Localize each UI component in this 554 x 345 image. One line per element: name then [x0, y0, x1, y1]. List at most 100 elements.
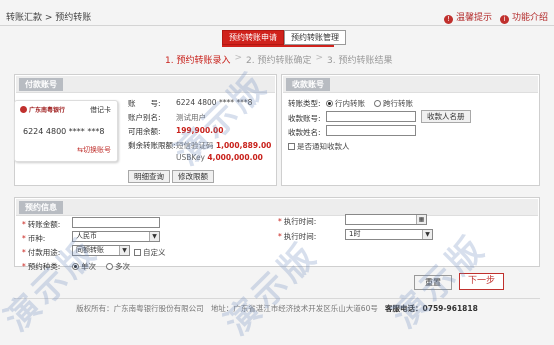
limit-sms-value: 1,000,889.00 — [215, 141, 272, 150]
balance-label: 可用余额: — [128, 127, 161, 136]
currency-select[interactable]: 人民币 ▼ — [72, 231, 160, 242]
info-icon: i — [499, 15, 509, 24]
next-button[interactable]: 下一步 — [459, 273, 504, 290]
bank-logo: 广东南粤银行 — [20, 105, 65, 114]
detail-query-button[interactable]: 明细查询 — [128, 170, 170, 183]
payee-list-button[interactable]: 收款人名册 — [421, 110, 471, 123]
panel-header — [16, 199, 538, 216]
type-intra-label: 行内转账 — [335, 99, 365, 108]
limit-usbkey: USBKey 4,000,000.00 — [176, 153, 263, 162]
payee-account-input[interactable] — [326, 111, 416, 122]
bank-logo-icon — [20, 106, 27, 113]
purpose-label: * 付款用途: — [22, 248, 61, 257]
header-divider — [0, 25, 554, 26]
step-indicator: 1. 预约转账录入 > 2. 预约转账确定 > 3. 预约转账结果 — [165, 53, 392, 66]
account-label: 账 号: — [128, 99, 161, 108]
tab-underline — [222, 45, 334, 47]
intro-link[interactable]: i 功能介绍 — [499, 10, 548, 24]
exec-date-input[interactable]: ▦ — [345, 214, 427, 225]
exec-hour-label-text: 执行时间: — [283, 232, 317, 241]
tab-apply[interactable]: 预约转账申请 — [222, 30, 284, 45]
radio-icon — [72, 263, 79, 270]
limit-sms-label: 短信验证码 — [176, 141, 214, 150]
alias-label: 账户别名: — [128, 113, 161, 122]
tips-link[interactable]: ! 温馨提示 — [443, 10, 492, 24]
chevron-down-icon: ▼ — [119, 246, 129, 255]
footer-divider — [14, 298, 540, 299]
currency-label: * 币种: — [22, 234, 46, 243]
intro-label: 功能介绍 — [511, 13, 548, 23]
panel-title: 收款账号 — [286, 78, 330, 91]
footer: 版权所有：广东南粤银行股份有限公司 地址：广东省湛江市经济技术开发区乐山大道60… — [0, 303, 554, 314]
step-arrow-icon: > — [315, 53, 323, 63]
notify-payee-checkbox[interactable]: 是否通知收款人 — [288, 141, 350, 152]
limit-label: 剩余转账限额: — [128, 141, 176, 150]
currency-label-text: 币种: — [27, 234, 46, 243]
type-inter-label: 跨行转账 — [383, 99, 413, 108]
exec-hour-value: 1时 — [349, 230, 361, 238]
reset-button[interactable]: 重置 — [414, 275, 452, 290]
exec-time-label: * 执行时间: — [278, 217, 317, 226]
tips-label: 温馨提示 — [455, 13, 492, 23]
purpose-value: 同额转账 — [76, 246, 104, 254]
exec-hour-label: * 执行时间: — [278, 232, 317, 241]
exec-hour-select[interactable]: 1时 ▼ — [345, 229, 433, 240]
calendar-icon: ▦ — [416, 215, 426, 224]
card-type: 借记卡 — [90, 106, 111, 114]
balance-value: 199,900.00 — [176, 126, 224, 135]
step-1: 1. 预约转账录入 — [165, 56, 231, 66]
footer-phone-label: 客服电话： — [385, 304, 423, 313]
chevron-down-icon: ▼ — [422, 230, 432, 239]
payee-account-label: 收款账号: — [288, 114, 321, 123]
kind-multi-option[interactable]: 多次 — [106, 261, 130, 272]
custom-purpose-label: 自定义 — [143, 248, 166, 257]
notify-payee-label: 是否通知收款人 — [297, 142, 350, 151]
amount-label-text: 转账金额: — [27, 220, 61, 229]
footer-phone: 0759-961818 — [422, 304, 478, 313]
custom-purpose-checkbox[interactable]: 自定义 — [134, 247, 166, 258]
kind-label: * 预约种类: — [22, 262, 61, 271]
kind-label-text: 预约种类: — [27, 262, 61, 271]
panel-title: 预约信息 — [19, 201, 63, 214]
purpose-label-text: 付款用途: — [27, 248, 61, 257]
footer-address: 地址：广东省湛江市经济技术开发区乐山大道60号 — [210, 304, 378, 313]
radio-icon — [106, 263, 113, 270]
tab-manage[interactable]: 预约转账管理 — [284, 30, 346, 45]
purpose-select[interactable]: 同额转账 ▼ — [72, 245, 130, 256]
tab-bar: 预约转账申请 预约转账管理 — [222, 30, 346, 45]
account-value: 6224 4800 **** ***8 — [176, 98, 253, 107]
limit-sms: 短信验证码 1,000,889.00 — [176, 140, 271, 151]
alias-value: 测试用户 — [176, 113, 206, 122]
checkbox-icon — [134, 249, 141, 256]
step-3: 3. 预约转账结果 — [327, 56, 393, 66]
kind-single-option[interactable]: 单次 — [72, 261, 96, 272]
card-number: 6224 4800 **** ***8 — [23, 127, 105, 136]
transfer-type-label: 转账类型: — [288, 99, 321, 108]
alert-icon: ! — [443, 15, 453, 24]
switch-label: 切换账号 — [83, 146, 111, 154]
panel-title: 付款账号 — [19, 78, 63, 91]
bank-name: 广东南粤银行 — [29, 107, 66, 114]
payee-name-input[interactable] — [326, 125, 416, 136]
footer-copyright: 版权所有：广东南粤银行股份有限公司 — [76, 304, 204, 313]
modify-limit-button[interactable]: 修改限额 — [172, 170, 214, 183]
step-2: 2. 预约转账确定 — [246, 56, 312, 66]
helper-links: ! 温馨提示 i 功能介绍 — [443, 10, 548, 24]
currency-value: 人民币 — [76, 232, 97, 240]
switch-account-link[interactable]: ⇆切换账号 — [77, 145, 111, 155]
step-arrow-icon: > — [234, 53, 242, 63]
radio-icon — [374, 100, 381, 107]
chevron-down-icon: ▼ — [149, 232, 159, 241]
limit-usbkey-value: 4,000,000.00 — [207, 153, 263, 162]
type-intra-option[interactable]: 行内转账 — [326, 98, 365, 109]
type-inter-option[interactable]: 跨行转账 — [374, 98, 413, 109]
limit-usbkey-label: USBKey — [176, 153, 205, 162]
bank-card: 广东南粤银行 借记卡 6224 4800 **** ***8 ⇆切换账号 — [14, 100, 118, 162]
kind-multi-label: 多次 — [115, 262, 130, 271]
breadcrumb: 转账汇款 > 预约转账 — [6, 13, 92, 23]
payee-name-label: 收款姓名: — [288, 128, 321, 137]
amount-input[interactable] — [72, 217, 160, 228]
exec-time-label-text: 执行时间: — [283, 217, 317, 226]
kind-single-label: 单次 — [81, 262, 96, 271]
radio-icon — [326, 100, 333, 107]
